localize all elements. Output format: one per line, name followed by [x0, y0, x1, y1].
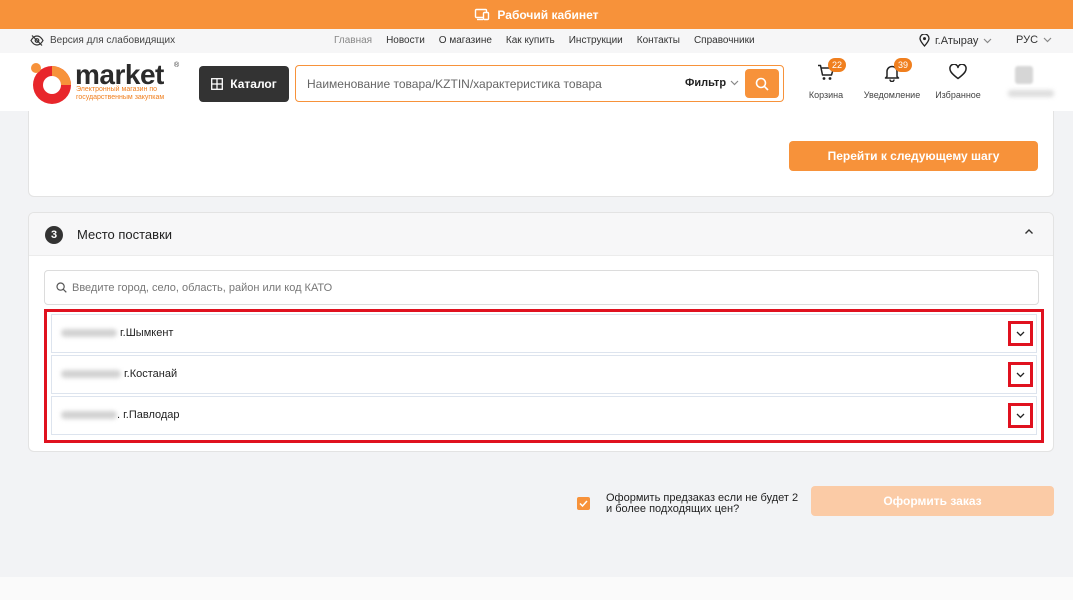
chevron-down-icon: [730, 80, 739, 86]
eye-off-icon: [30, 35, 44, 46]
search-bar: Фильтр: [295, 65, 784, 102]
step-title: Место поставки: [77, 227, 173, 242]
preorder-checkbox[interactable]: [577, 497, 590, 510]
favorites-button[interactable]: Избранное: [932, 64, 984, 100]
step-3-delivery-card: 3 Место поставки г.Шымкент г.Костанай: [28, 212, 1054, 452]
workspace-bar[interactable]: Рабочий кабинет: [0, 0, 1073, 29]
logo-registered-mark: ®: [174, 62, 180, 69]
address-row[interactable]: г.Шымкент: [51, 314, 1037, 353]
chevron-down-icon: [1043, 37, 1052, 43]
nav-link-instructions[interactable]: Инструкции: [569, 35, 623, 46]
next-step-button[interactable]: Перейти к следующему шагу: [789, 141, 1038, 171]
search-icon: [56, 282, 67, 293]
address-expand-button[interactable]: [1008, 403, 1033, 428]
nav-link-about[interactable]: О магазине: [439, 35, 492, 46]
top-nav-links: Главная Новости О магазине Как купить Ин…: [334, 35, 755, 46]
redacted-address: [61, 411, 117, 419]
search-icon: [755, 77, 769, 91]
notifications-label: Уведомление: [863, 90, 921, 100]
city-selector[interactable]: г.Атырау: [919, 34, 992, 47]
redacted-user-name: [1008, 90, 1054, 97]
address-expand-button[interactable]: [1008, 321, 1033, 346]
nav-link-how-to-buy[interactable]: Как купить: [506, 35, 555, 46]
step-number-badge: 3: [45, 226, 63, 244]
preorder-option[interactable]: Оформить предзаказ если не будет 2 и бол…: [577, 493, 806, 515]
cabinet-icon: [475, 8, 490, 21]
search-button[interactable]: [745, 69, 779, 98]
catalog-button[interactable]: Каталог: [199, 66, 289, 102]
chevron-down-icon: [1016, 372, 1025, 377]
logo-tagline: Электронный магазин по государственным з…: [76, 86, 165, 101]
site-header: Версия для слабовидящих Главная Новости …: [0, 29, 1073, 111]
heart-icon: [949, 64, 967, 80]
filter-dropdown[interactable]: Фильтр: [685, 77, 739, 89]
nav-link-contacts[interactable]: Контакты: [637, 35, 680, 46]
chevron-down-icon: [983, 38, 992, 43]
sub-navigation: Версия для слабовидящих Главная Новости …: [0, 29, 1073, 53]
cart-label: Корзина: [808, 90, 844, 100]
nav-link-references[interactable]: Справочники: [694, 35, 755, 46]
chevron-up-icon[interactable]: [1024, 228, 1034, 235]
address-city: г.Костанай: [124, 368, 178, 380]
catalog-label: Каталог: [230, 77, 277, 91]
logo-mark-icon: [31, 63, 71, 104]
city-name: г.Атырау: [935, 34, 979, 47]
cart-button[interactable]: 22 Корзина: [806, 58, 846, 100]
address-city: . г.Павлодар: [117, 409, 180, 421]
notifications-button[interactable]: 39 Уведомление: [860, 58, 924, 100]
location-search-input[interactable]: [72, 280, 972, 296]
location-search-box: [44, 270, 1039, 305]
accessibility-link[interactable]: Версия для слабовидящих: [30, 35, 175, 46]
address-city: г.Шымкент: [120, 327, 174, 339]
favorites-label: Избранное: [935, 90, 981, 100]
address-expand-button[interactable]: [1008, 362, 1033, 387]
avatar: [1015, 66, 1033, 84]
address-list-highlight: г.Шымкент г.Костанай . г.Павлодар: [44, 309, 1044, 443]
nav-link-news[interactable]: Новости: [386, 35, 425, 46]
place-order-button[interactable]: Оформить заказ: [811, 486, 1054, 516]
redacted-address: [61, 370, 121, 378]
notifications-count-badge: 39: [894, 58, 912, 72]
profile-menu[interactable]: [1006, 64, 1056, 104]
grid-icon: [211, 78, 224, 90]
cart-count-badge: 22: [828, 58, 846, 72]
footer: [0, 577, 1073, 600]
language-name: РУС: [1016, 34, 1039, 46]
preorder-label: Оформить предзаказ если не будет 2 и бол…: [606, 492, 799, 515]
location-pin-icon: [919, 34, 930, 47]
chevron-down-icon: [1016, 331, 1025, 336]
site-logo[interactable]: market ® Электронный магазин по государс…: [28, 59, 188, 108]
nav-link-home[interactable]: Главная: [334, 35, 372, 46]
step-2-card: Перейти к следующему шагу: [28, 111, 1054, 197]
checkmark-icon: [579, 500, 588, 507]
address-row[interactable]: г.Костанай: [51, 355, 1037, 394]
accessibility-label: Версия для слабовидящих: [50, 35, 176, 46]
language-selector[interactable]: РУС: [1016, 34, 1052, 46]
search-input[interactable]: [307, 75, 667, 93]
filter-label: Фильтр: [685, 77, 727, 89]
step-3-header[interactable]: 3 Место поставки: [29, 213, 1053, 256]
workspace-label: Рабочий кабинет: [497, 7, 599, 22]
redacted-address: [61, 329, 117, 337]
chevron-down-icon: [1016, 413, 1025, 418]
address-row[interactable]: . г.Павлодар: [51, 396, 1037, 435]
